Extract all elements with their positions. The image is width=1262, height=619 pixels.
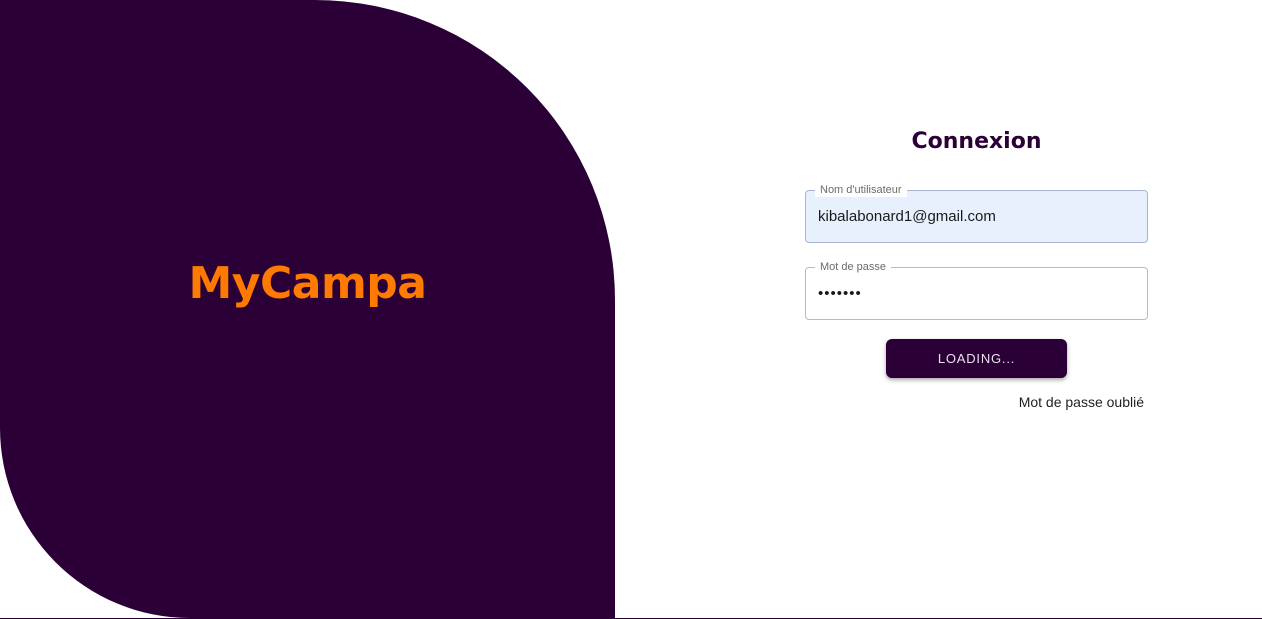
password-input[interactable]: [818, 268, 1138, 319]
login-button[interactable]: LOADING...: [886, 339, 1067, 378]
page-title: Connexion: [911, 129, 1042, 154]
login-page: MyCampa Connexion Nom d'utilisateur Mot …: [0, 0, 1262, 619]
forgot-row: Mot de passe oublié: [805, 392, 1148, 412]
login-form: Connexion Nom d'utilisateur Mot de passe…: [805, 120, 1148, 412]
username-field[interactable]: Nom d'utilisateur: [805, 183, 1148, 243]
submit-row: LOADING...: [805, 339, 1148, 378]
forgot-password-link[interactable]: Mot de passe oublié: [1019, 394, 1144, 410]
password-field[interactable]: Mot de passe: [805, 260, 1148, 320]
brand-logo: MyCampa: [188, 258, 427, 309]
brand-panel: MyCampa: [0, 0, 615, 618]
username-input[interactable]: [818, 191, 1138, 242]
